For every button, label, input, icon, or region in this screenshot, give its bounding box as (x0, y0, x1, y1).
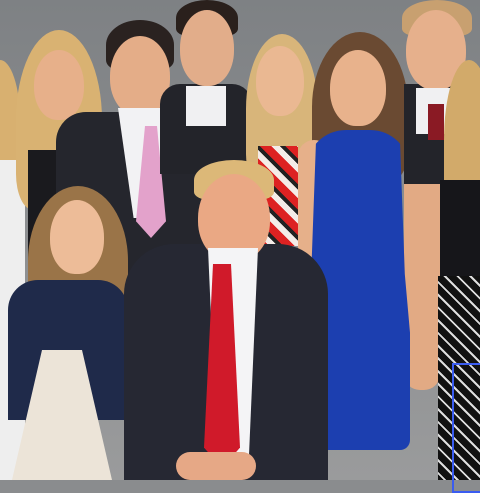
selection-box[interactable] (452, 363, 480, 493)
photo (0, 0, 480, 493)
